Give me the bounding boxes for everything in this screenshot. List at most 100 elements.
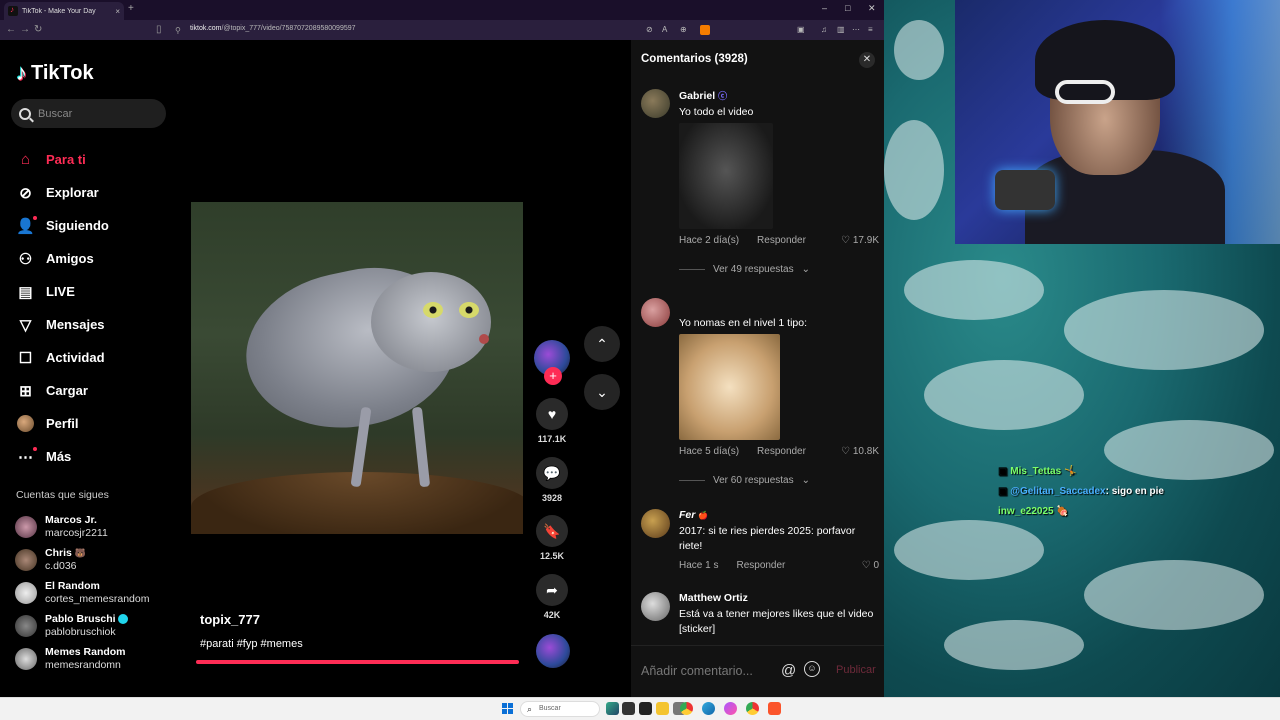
menu-item-mas[interactable]: ⋯ Más <box>17 440 109 473</box>
comment-text: 2017: si te ries pierdes 2025: porfavor … <box>679 525 856 552</box>
menu-icon[interactable]: ≡ <box>868 25 873 34</box>
extension-icon[interactable]: ▣ <box>797 25 805 34</box>
comment-author[interactable]: Matthew Ortiz <box>679 592 881 604</box>
minimize-button[interactable]: – <box>822 3 827 13</box>
browser-tab[interactable]: TikTok - Make Your Day × <box>4 2 124 20</box>
task-view-icon[interactable] <box>622 702 635 715</box>
forward-icon[interactable]: → <box>20 24 30 35</box>
following-item[interactable]: Chris 🐻 c.d036 <box>15 543 149 576</box>
taskbar-search[interactable]: Buscar <box>520 701 600 717</box>
file-explorer-icon[interactable] <box>656 702 669 715</box>
next-video-button[interactable]: ⌄ <box>584 374 620 410</box>
following-item[interactable]: Pablo Bruschi pablobruschiok <box>15 609 149 642</box>
close-window-button[interactable]: ✕ <box>868 3 876 14</box>
media-icon[interactable]: ♫ <box>821 25 827 34</box>
edge-icon[interactable] <box>702 702 715 715</box>
comment-like-button[interactable]: ♡ 17.9K <box>841 235 879 246</box>
video-progress-bar[interactable] <box>196 660 519 664</box>
reply-button[interactable]: Responder <box>736 560 785 571</box>
search-input[interactable]: Buscar <box>11 99 166 128</box>
comment-author[interactable]: Gabriel <box>679 90 715 102</box>
maximize-button[interactable]: □ <box>845 3 850 13</box>
comment-like-button[interactable]: ♡ 10.8K <box>841 446 879 457</box>
following-item[interactable]: Memes Random memesrandomn <box>15 642 149 675</box>
menu-item-amigos[interactable]: ⚇ Amigos <box>17 242 109 275</box>
comment-like-count: 17.9K <box>852 235 879 246</box>
extensions-icon[interactable]: ⋯ <box>852 25 860 34</box>
menu-item-explorar[interactable]: ⊘ Explorar <box>17 176 109 209</box>
menu-item-siguiendo[interactable]: 👤 Siguiendo <box>16 209 109 242</box>
video-username[interactable]: topix_777 <box>200 612 260 627</box>
avatar <box>15 581 37 604</box>
desktop-wallpaper: ▣ Mis_Tettas 🤸 ▣ @Gelitan_Saccadex: sigo… <box>884 0 1280 697</box>
profile-avatar <box>17 415 34 432</box>
video-player[interactable] <box>191 202 523 534</box>
video-hashtags[interactable]: #parati #fyp #memes <box>200 638 303 650</box>
comment-button[interactable]: 💬 3928 <box>536 457 568 503</box>
avatar[interactable] <box>641 89 670 118</box>
comment-author[interactable]: Fer <box>679 509 695 521</box>
comment-image[interactable] <box>679 334 780 440</box>
like-button[interactable]: ♥ 117.1K <box>536 398 568 444</box>
avatar[interactable] <box>641 592 670 621</box>
reply-button[interactable]: Responder <box>757 446 806 457</box>
chrome-icon[interactable] <box>746 702 759 715</box>
avatar[interactable] <box>641 509 670 538</box>
terminal-icon[interactable] <box>639 702 652 715</box>
following-name: Chris <box>45 546 72 559</box>
following-item[interactable]: El Random cortes_memesrandom <box>15 576 149 609</box>
follow-button[interactable]: + <box>544 367 562 385</box>
save-button[interactable]: 🔖 12.5K <box>536 515 568 561</box>
emoji-icon[interactable]: ☺ <box>804 661 820 677</box>
new-tab-button[interactable]: + <box>128 3 134 14</box>
brave-icon[interactable] <box>768 702 781 715</box>
tab-title: TikTok - Make Your Day <box>22 7 96 15</box>
avatar[interactable] <box>641 298 670 327</box>
comment-image[interactable] <box>679 123 773 229</box>
microphone-icon <box>995 170 1055 210</box>
app-icon[interactable] <box>724 702 737 715</box>
share-button[interactable]: ➦ 42K <box>536 574 568 620</box>
mute-icon[interactable]: ⊘ <box>646 25 653 34</box>
brave-shield-icon[interactable] <box>700 25 710 35</box>
zoom-icon[interactable]: ⊕ <box>680 25 687 34</box>
sidebar-icon[interactable]: ▥ <box>837 25 845 34</box>
publish-button[interactable]: Publicar <box>836 664 876 676</box>
tab-close-icon[interactable]: × <box>115 7 120 16</box>
close-comments-button[interactable]: ✕ <box>859 52 875 68</box>
following-list: Marcos Jr. marcosjr2211 Chris 🐻 c.d036 El … <box>15 510 149 675</box>
comments-header: Comentarios (3928) <box>641 53 748 65</box>
view-replies-button[interactable]: Ver 60 respuestas ⌄ <box>679 475 881 486</box>
tiktok-logo[interactable]: ♪ TikTok <box>16 60 94 86</box>
eye-icon <box>459 302 479 318</box>
menu-item-cargar[interactable]: ⊞ Cargar <box>17 374 109 407</box>
mention-icon[interactable]: @ <box>781 662 796 679</box>
reply-button[interactable]: Responder <box>757 235 806 246</box>
view-replies-button[interactable]: Ver 49 respuestas ⌄ <box>679 264 881 275</box>
comment-text: Yo nomas en el nivel 1 tipo: <box>679 317 808 329</box>
menu-label: Mensajes <box>46 317 105 332</box>
menu-item-perfil[interactable]: Perfil <box>17 407 109 440</box>
music-disc[interactable] <box>536 634 570 668</box>
avatar <box>15 614 37 637</box>
menu-item-actividad[interactable]: ☐ Actividad <box>17 341 109 374</box>
site-info-icon[interactable]: ⚲ <box>175 26 181 35</box>
back-icon[interactable]: ← <box>6 24 16 35</box>
start-button[interactable] <box>502 703 514 715</box>
friends-icon: ⚇ <box>18 250 33 268</box>
translate-icon[interactable]: A <box>662 25 667 34</box>
widgets-icon[interactable] <box>606 702 619 715</box>
menu-item-live[interactable]: ▤ LIVE <box>17 275 109 308</box>
menu-item-mensajes[interactable]: ▽ Mensajes <box>17 308 109 341</box>
chrome-icon[interactable] <box>680 702 693 715</box>
url-field[interactable]: tiktok.com/@topix_777/video/758707208958… <box>190 25 356 32</box>
previous-video-button[interactable]: ⌃ <box>584 326 620 362</box>
menu-label: Cargar <box>46 383 88 398</box>
reload-icon[interactable]: ↻ <box>34 24 42 35</box>
following-title: Cuentas que sigues <box>16 489 109 501</box>
following-item[interactable]: Marcos Jr. marcosjr2211 <box>15 510 149 543</box>
menu-item-para-ti[interactable]: ⌂ Para ti <box>17 143 109 176</box>
comment-like-button[interactable]: ♡ 0 <box>862 560 879 571</box>
menu-label: LIVE <box>46 284 75 299</box>
bookmark-icon[interactable]: ▯ <box>156 24 162 35</box>
